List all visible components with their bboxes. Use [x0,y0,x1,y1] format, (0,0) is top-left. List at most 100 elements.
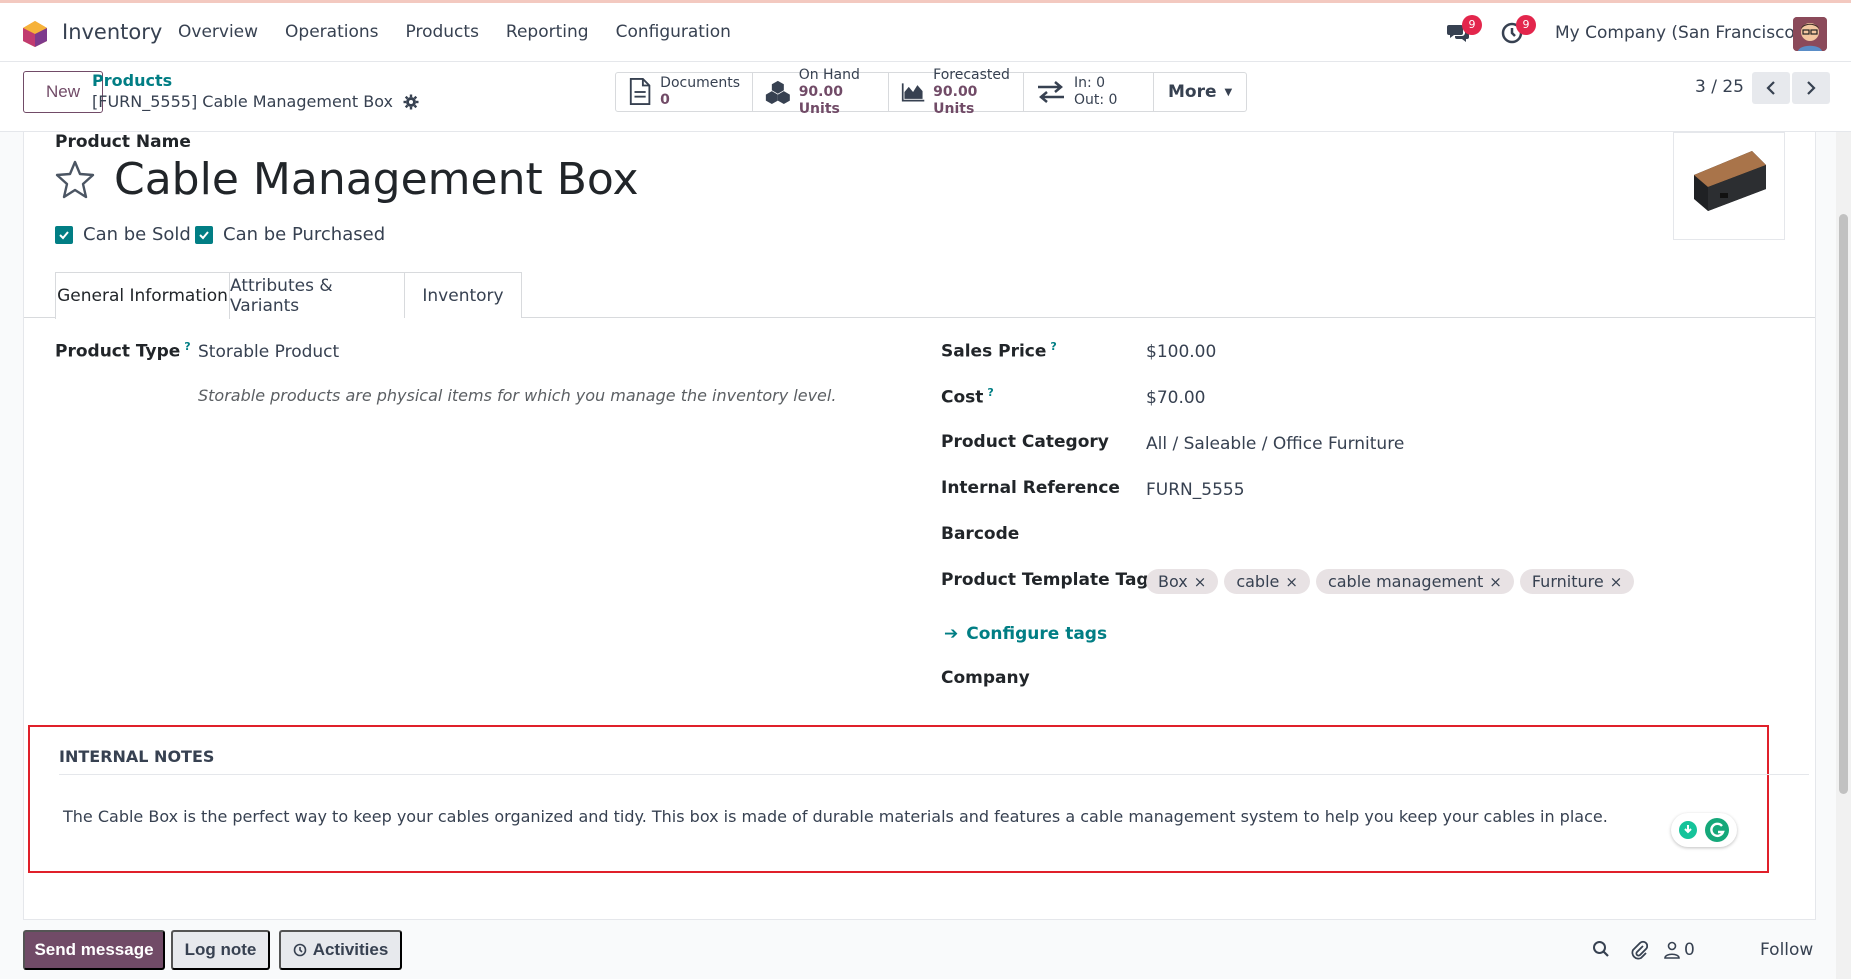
product-type-hint: Storable products are physical items for… [198,386,837,405]
activities-button[interactable]: 9 [1500,15,1536,49]
chatter-bar: Send message Log note Activities 0 Follo… [0,920,1851,979]
cubes-icon [765,80,790,104]
tag-cable-management[interactable]: cable management × [1315,569,1514,594]
menu-overview[interactable]: Overview [178,22,258,42]
gear-icon[interactable] [403,94,419,110]
forecasted-smart-button[interactable]: Forecasted 90.00 Units [889,67,1024,117]
log-note-button[interactable]: Log note [171,930,270,970]
help-tooltip-icon[interactable]: ? [1050,340,1056,353]
remove-tag-icon[interactable]: × [1610,573,1623,591]
product-type-field[interactable]: Storable Product [198,342,339,362]
activities-label: Activities [312,940,389,959]
tab-attributes-variants[interactable]: Attributes & Variants [229,272,405,318]
messages-button[interactable]: 9 [1446,15,1482,49]
in-label: In: 0 [1074,75,1106,91]
user-face-icon [1793,17,1827,51]
internal-reference-field[interactable]: FURN_5555 [1146,480,1245,500]
help-tooltip-icon[interactable]: ? [184,340,190,353]
tag-label: Furniture [1531,572,1604,591]
cost-label: Cost? [941,386,994,408]
remove-tag-icon[interactable]: × [1489,573,1502,591]
breadcrumb-current: [FURN_5555] Cable Management Box [92,92,419,111]
help-tooltip-icon[interactable]: ? [987,386,993,399]
internal-notes-section: INTERNAL NOTES The Cable Box is the perf… [28,725,1809,873]
cable-box-picture [1694,151,1766,211]
product-name-field[interactable]: Cable Management Box [114,154,639,205]
tag-label: cable [1236,572,1280,591]
tag-furniture[interactable]: Furniture × [1519,569,1635,594]
exchange-arrows-icon [1038,81,1064,103]
tag-cable[interactable]: cable × [1224,569,1310,594]
forecasted-label: Forecasted [933,66,1010,83]
inventory-logo-icon[interactable] [22,20,48,48]
cost-field[interactable]: $70.00 [1146,388,1205,408]
can-be-sold-checkbox[interactable]: Can be Sold [55,224,191,245]
chevron-left-icon [1766,81,1775,95]
lightbulb-icon [1679,821,1697,839]
tab-inventory[interactable]: Inventory [404,272,522,318]
app-title[interactable]: Inventory [62,20,162,44]
menu-configuration[interactable]: Configuration [616,22,731,42]
product-name-label: Product Name [55,132,191,152]
internal-notes-editor[interactable]: The Cable Box is the perfect way to keep… [63,807,1608,826]
company-label: Company [941,668,1030,688]
product-template-tags-label: Product Template Tags [941,570,1159,590]
documents-label: Documents [660,75,740,91]
followers-button[interactable]: 0 [1664,940,1695,960]
sales-price-field[interactable]: $100.00 [1146,342,1216,362]
tab-general-information[interactable]: General Information [55,272,230,319]
pager-next-button[interactable] [1792,72,1830,104]
documents-smart-button[interactable]: Documents 0 [616,73,753,111]
remove-tag-icon[interactable]: × [1285,573,1298,591]
remove-tag-icon[interactable]: × [1194,573,1207,591]
smart-buttons: Documents 0 On Hand 90.00 Units Forecast… [615,67,1248,117]
follow-button[interactable]: Follow [1760,940,1813,960]
pager-previous-button[interactable] [1752,72,1790,104]
activities-button[interactable]: Activities [279,930,402,970]
tag-box[interactable]: Box × [1146,569,1219,594]
search-icon[interactable] [1592,940,1610,958]
breadcrumb-products[interactable]: Products [92,71,172,90]
form-tabs: General Information Attributes & Variant… [24,272,1815,319]
user-avatar[interactable] [1793,17,1827,51]
pager-value[interactable]: 3 / 25 [1695,77,1744,97]
grammarly-widget[interactable] [1671,813,1737,847]
product-form-sheet: Product Name Cable Management Box Can be… [23,132,1816,920]
clock-icon [293,943,307,957]
checkbox-checked-icon [195,225,213,244]
new-button[interactable]: New [23,71,103,113]
product-category-label: Product Category [941,432,1109,452]
company-switcher[interactable]: My Company (San Francisco) [1555,23,1801,43]
menu-products[interactable]: Products [406,22,479,42]
onhand-smart-button[interactable]: On Hand 90.00 Units [753,67,889,117]
tag-label: cable management [1327,572,1484,591]
breadcrumb-current-label: [FURN_5555] Cable Management Box [92,92,394,111]
menu-operations[interactable]: Operations [285,22,378,42]
send-message-button[interactable]: Send message [23,930,165,970]
paperclip-icon[interactable] [1630,940,1648,960]
page-scrollbar[interactable] [1836,132,1851,979]
barcode-field[interactable] [1146,526,1706,548]
product-category-field[interactable]: All / Saleable / Office Furniture [1146,434,1404,454]
onhand-value: 90.00 Units [798,83,843,117]
activities-badge: 9 [1516,15,1536,35]
product-template-tags-field[interactable]: Box × cable × cable management × Furniture × [1146,569,1635,594]
configure-tags-link[interactable]: ➔ Configure tags [944,624,1107,644]
favorite-star-icon[interactable] [55,159,95,199]
more-label: More [1168,81,1217,102]
main-menu: Overview Operations Products Reporting C… [178,22,731,42]
cost-label-text: Cost [941,387,984,408]
can-be-purchased-checkbox[interactable]: Can be Purchased [195,224,385,245]
more-dropdown[interactable]: More ▼ [1154,73,1246,111]
product-image[interactable] [1673,132,1785,240]
in-out-smart-button[interactable]: In: 0 Out: 0 [1024,73,1154,111]
scrollbar-thumb[interactable] [1839,214,1848,794]
product-type-label: Product Type? [55,340,191,362]
area-chart-icon [901,83,925,102]
sales-price-label-text: Sales Price [941,341,1047,362]
forecasted-value: 90.00 Units [933,83,978,117]
checkbox-checked-icon [55,225,73,244]
company-field[interactable] [1146,670,1706,692]
menu-reporting[interactable]: Reporting [506,22,589,42]
notes-divider [59,774,1809,775]
